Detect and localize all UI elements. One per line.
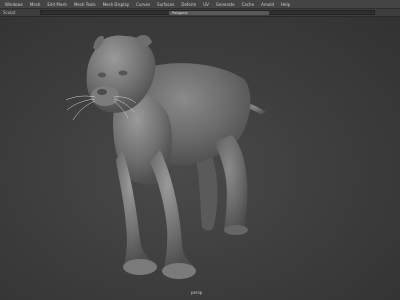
panther-nose — [97, 89, 107, 95]
camera-label: persp — [191, 290, 203, 295]
panther-hind-paw — [224, 225, 248, 235]
panther-front-leg-right — [150, 150, 194, 268]
panther-eye-left — [98, 72, 106, 78]
panther-muzzle — [91, 86, 119, 106]
panther-front-paw-left — [123, 259, 157, 275]
panther-front-paw-right — [162, 263, 196, 279]
panther-eye-right — [118, 70, 128, 76]
panther-model[interactable] — [0, 0, 400, 300]
panther-hind-leg-far — [196, 150, 218, 231]
panther-hind-leg-near — [214, 135, 248, 235]
